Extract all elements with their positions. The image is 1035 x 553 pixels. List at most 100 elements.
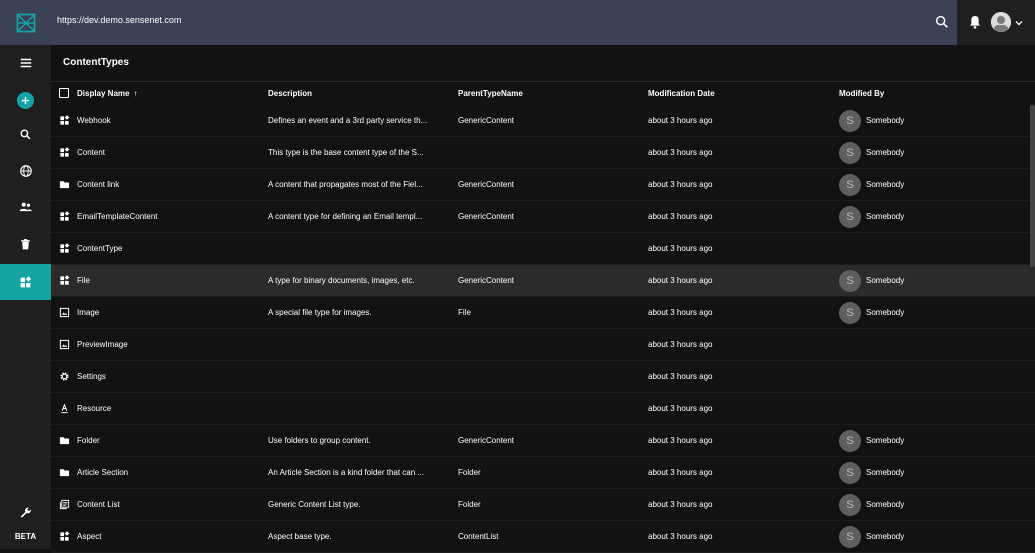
avatar: S	[839, 462, 861, 484]
sidebar-item-content[interactable]	[0, 153, 51, 189]
table-row[interactable]: Image A special file type for images. File…	[51, 297, 1035, 329]
cell-parent-type: GenericContent	[458, 276, 515, 285]
table-row[interactable]: Content List Generic Content List type. Fo…	[51, 489, 1035, 521]
cell-modification-date: about 3 hours ago	[648, 308, 713, 317]
sensenet-logo[interactable]	[0, 0, 51, 45]
cell-description: Defines an event and a 3rd party service…	[268, 116, 428, 125]
sort-ascending-icon[interactable]: ↑	[133, 89, 137, 98]
avatar: S	[839, 302, 861, 324]
cell-display-name: Content List	[77, 500, 120, 509]
cell-modification-date: about 3 hours ago	[648, 404, 713, 413]
table-row[interactable]: File A type for binary documents, images,…	[51, 265, 1035, 297]
table-row[interactable]: Webhook Defines an event and a 3rd party …	[51, 105, 1035, 137]
table-row[interactable]: Content This type is the base content typ…	[51, 137, 1035, 169]
widgets-icon	[60, 115, 70, 125]
chevron-down-icon[interactable]	[1013, 16, 1025, 28]
column-header-description[interactable]: Description	[268, 89, 312, 98]
select-all-checkbox[interactable]	[59, 88, 69, 98]
avatar: S	[839, 174, 861, 196]
user-avatar[interactable]	[991, 12, 1011, 32]
widgets-icon	[60, 147, 70, 157]
menu-button[interactable]	[0, 45, 51, 81]
folder-icon	[59, 437, 70, 445]
content-types-icon	[20, 275, 32, 287]
cell-display-name: ContentType	[77, 244, 123, 253]
wrench-icon	[20, 507, 31, 518]
column-header-modification-date[interactable]: Modification Date	[648, 89, 715, 98]
cell-modification-date: about 3 hours ago	[648, 244, 713, 253]
cell-modified-by: Somebody	[866, 116, 905, 125]
cell-display-name: Image	[77, 308, 100, 317]
search-icon	[20, 128, 31, 139]
cell-modification-date: about 3 hours ago	[648, 116, 713, 125]
text-format-icon	[61, 403, 68, 414]
avatar: S	[839, 270, 861, 292]
widgets-icon	[60, 531, 70, 541]
table-row[interactable]: Settings about 3 hours ago	[51, 361, 1035, 393]
search-icon[interactable]	[934, 14, 950, 30]
avatar: S	[839, 206, 861, 228]
avatar: S	[839, 494, 861, 516]
user-area	[957, 0, 1035, 45]
cell-description: This type is the base content type of th…	[268, 148, 424, 157]
repository-url[interactable]: https://dev.demo.sensenet.com	[57, 15, 181, 25]
cell-modified-by: Somebody	[866, 436, 905, 445]
cell-modified-by: Somebody	[866, 532, 905, 541]
scrollbar-thumb[interactable]	[1030, 105, 1035, 267]
table-row[interactable]: ContentType about 3 hours ago	[51, 233, 1035, 265]
cell-modification-date: about 3 hours ago	[648, 180, 713, 189]
table-row[interactable]: EmailTemplateContent A content type for d…	[51, 201, 1035, 233]
sidebar-item-trash[interactable]	[0, 226, 51, 262]
column-label: Display Name	[77, 89, 130, 98]
notification-bell-icon[interactable]	[967, 14, 983, 30]
cell-parent-type: File	[458, 308, 471, 317]
gear-icon	[60, 372, 69, 381]
widgets-icon	[60, 275, 70, 285]
sidebar-item-users[interactable]	[0, 189, 51, 225]
table-row[interactable]: Content link A content that propagates mo…	[51, 169, 1035, 201]
cell-description: A content type for defining an Email tem…	[268, 212, 423, 221]
trash-icon	[21, 238, 30, 249]
column-header-display-name[interactable]: Display Name ↑	[77, 89, 137, 98]
cell-modified-by: Somebody	[866, 308, 905, 317]
cell-modification-date: about 3 hours ago	[648, 148, 713, 157]
avatar: S	[839, 526, 861, 548]
cell-modified-by: Somebody	[866, 276, 905, 285]
cell-parent-type: Folder	[458, 500, 481, 509]
cell-modified-by: Somebody	[866, 212, 905, 221]
cell-modified-by: Somebody	[866, 468, 905, 477]
cell-modified-by: Somebody	[866, 148, 905, 157]
cell-parent-type: Folder	[458, 468, 481, 477]
avatar: S	[839, 142, 861, 164]
settings-button[interactable]	[0, 495, 51, 531]
table-row[interactable]: Folder Use folders to group content. Gener…	[51, 425, 1035, 457]
avatar: S	[839, 430, 861, 452]
cell-display-name: File	[77, 276, 90, 285]
page-title: ContentTypes	[63, 57, 129, 68]
cell-display-name: EmailTemplateContent	[77, 212, 158, 221]
avatar: S	[839, 110, 861, 132]
cell-display-name: Content	[77, 148, 106, 157]
table-header: Display Name ↑ Description ParentTypeName…	[51, 81, 1035, 105]
sidebar-item-content-types[interactable]	[0, 264, 51, 300]
cell-parent-type: GenericContent	[458, 436, 515, 445]
image-icon	[59, 307, 70, 318]
top-app-bar: https://dev.demo.sensenet.com	[0, 0, 1035, 45]
table-row[interactable]: Resource about 3 hours ago	[51, 393, 1035, 425]
cell-modification-date: about 3 hours ago	[648, 436, 713, 445]
table-row[interactable]: Article Section An Article Section is a k…	[51, 457, 1035, 489]
column-header-parent-type[interactable]: ParentTypeName	[458, 89, 523, 98]
table-row[interactable]: Aspect Aspect base type. ContentList about …	[51, 521, 1035, 553]
cell-display-name: Content link	[77, 180, 120, 189]
sidebar-item-search[interactable]	[0, 116, 51, 152]
column-header-modified-by[interactable]: Modified By	[839, 89, 884, 98]
beta-label: BETA	[14, 532, 37, 541]
add-button[interactable]	[0, 82, 51, 118]
widgets-icon	[60, 211, 70, 221]
cell-modified-by: Somebody	[866, 500, 905, 509]
cell-display-name: Article Section	[77, 468, 129, 477]
cell-display-name: Settings	[77, 372, 106, 381]
table-row[interactable]: PreviewImage about 3 hours ago	[51, 329, 1035, 361]
cell-description: A special file type for images.	[268, 308, 372, 317]
cell-description: A type for binary documents, images, etc…	[268, 276, 415, 285]
